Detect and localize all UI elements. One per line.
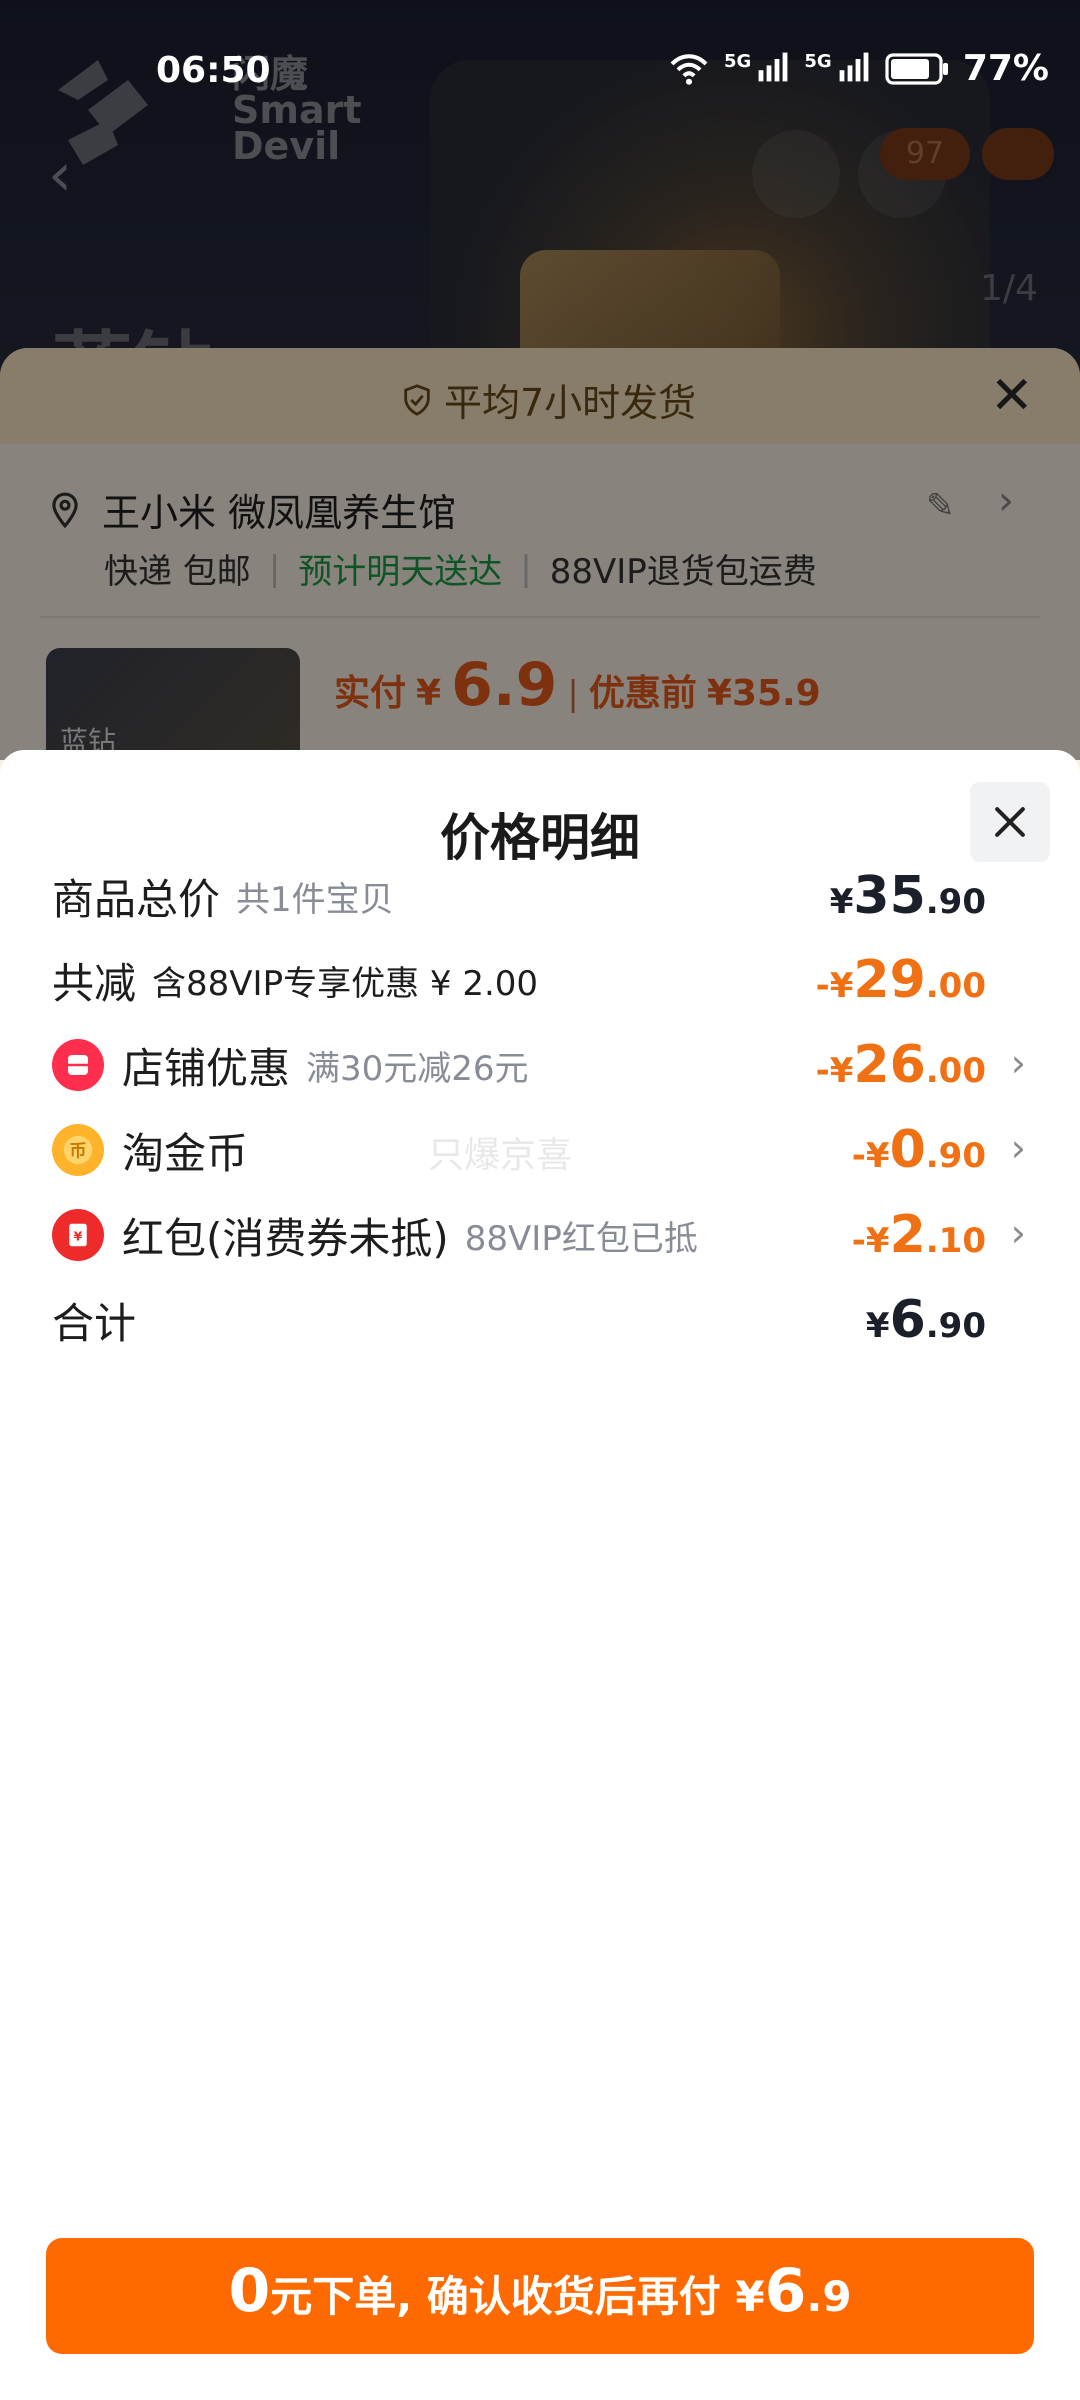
wifi-icon — [670, 53, 708, 85]
chevron-right-icon: › — [1010, 1126, 1026, 1170]
status-bar: 06:50 5G 5G 77% — [0, 40, 1080, 110]
signal-icon: 5G — [724, 51, 790, 87]
battery-percent: 77% — [962, 48, 1049, 89]
svg-text:¥: ¥ — [74, 1229, 83, 1244]
coin-icon: 币 — [52, 1124, 104, 1176]
place-order-button[interactable]: 0 元下单, 确认收货后再付 ¥ 6 .9 — [46, 2238, 1034, 2354]
chevron-right-icon: › — [1010, 1211, 1026, 1255]
close-button[interactable] — [970, 782, 1050, 862]
row-goods-total: 商品总价 共1件宝贝 ¥35.90 — [52, 866, 986, 926]
red-packet-value: -¥ 2.10 — [851, 1205, 986, 1265]
row-total-reduction: 共减 含88VIP专享优惠 ¥ 2.00 -¥ 29.00 — [52, 950, 986, 1010]
signal-icon: 5G — [804, 51, 870, 87]
shop-discount-value: -¥ 26.00 — [815, 1035, 986, 1095]
dim-overlay[interactable] — [0, 0, 1080, 760]
svg-text:币: 币 — [70, 1141, 87, 1161]
close-icon — [995, 807, 1025, 837]
red-packet-icon: ¥ — [52, 1209, 104, 1261]
total-reduction-value: -¥ 29.00 — [815, 950, 986, 1010]
status-time: 06:50 — [156, 50, 271, 91]
shop-icon — [52, 1039, 104, 1091]
row-sum: 合计 ¥6.90 — [52, 1290, 986, 1350]
price-detail-sheet: 价格明细 只爆京喜 商品总价 共1件宝贝 ¥35.90 共减 含88VIP专享优… — [0, 750, 1080, 2400]
battery-icon — [885, 52, 948, 85]
taojinbi-value: -¥ 0.90 — [851, 1120, 986, 1180]
row-shop-discount[interactable]: 店铺优惠 满30元减26元 -¥ 26.00 › — [52, 1025, 1048, 1105]
sum-value: ¥6.90 — [865, 1290, 986, 1350]
chevron-right-icon: › — [1010, 1041, 1026, 1085]
row-red-packet[interactable]: ¥ 红包(消费券未抵) 88VIP红包已抵 -¥ 2.10 › — [52, 1195, 1048, 1275]
screen: 闪魔 Smart Devil ‹ 蓝钻 97 1/4 平均7小时发货 ✕ — [0, 0, 1080, 2400]
goods-total-value: ¥35.90 — [829, 866, 986, 926]
row-taojinbi[interactable]: 币 淘金币 -¥ 0.90 › — [52, 1110, 1048, 1190]
